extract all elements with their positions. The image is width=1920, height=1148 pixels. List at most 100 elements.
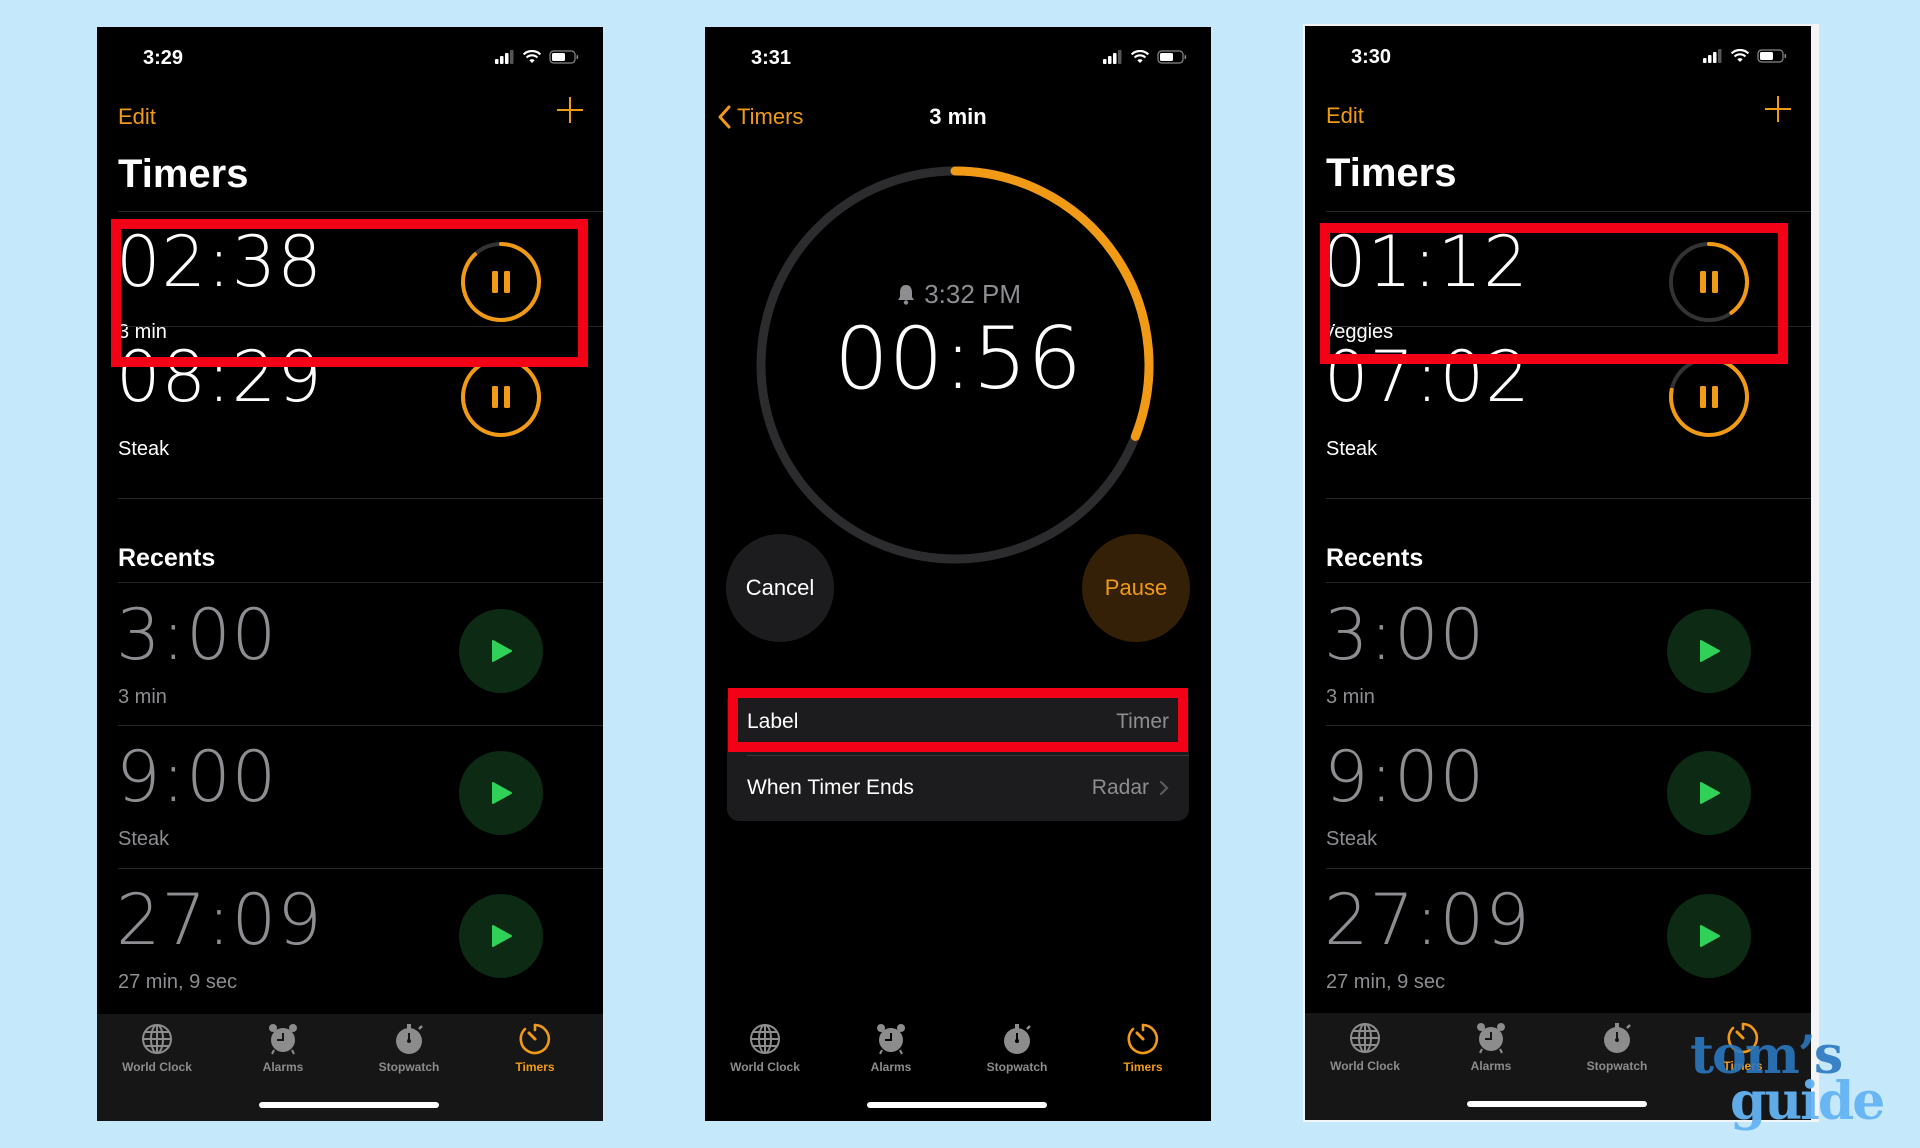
recent-duration: 9:00 <box>116 736 278 818</box>
end-time-text: 3:32 PM <box>924 279 1022 309</box>
tab-world-clock[interactable]: World Clock <box>1310 1021 1420 1073</box>
pause-icon-bar <box>504 386 510 408</box>
pause-button[interactable]: Pause <box>1082 534 1190 642</box>
status-time: 3:30 <box>1351 46 1392 68</box>
tab-timers[interactable]: Timers <box>480 1022 590 1074</box>
start-timer-button[interactable] <box>459 751 543 835</box>
tab-stopwatch[interactable]: Stopwatch <box>1562 1021 1672 1073</box>
when-timer-ends-row[interactable]: When Timer Ends Radar <box>727 755 1189 821</box>
tab-alarms[interactable]: Alarms <box>228 1022 338 1074</box>
recent-label: Steak <box>118 828 170 850</box>
phone-screen-timers-list-1: 3:29 Edit Timers 02:38 3 min 08:29 Steak… <box>97 27 603 1121</box>
start-timer-button[interactable] <box>1667 609 1751 693</box>
pause-icon-bar <box>1712 386 1718 408</box>
back-label: Timers <box>737 104 804 129</box>
add-timer-button[interactable] <box>1765 96 1791 122</box>
tab-timers[interactable]: Timers <box>1088 1022 1198 1074</box>
play-icon <box>492 782 512 804</box>
tab-label: World Clock <box>730 1060 800 1074</box>
divider <box>118 211 603 212</box>
pause-timer-button[interactable] <box>459 355 543 439</box>
start-timer-button[interactable] <box>459 894 543 978</box>
recent-timer-row[interactable]: 3:00 3 min <box>1305 590 1811 708</box>
status-icons <box>1703 46 1787 66</box>
timer-remaining: 02:38 <box>116 221 323 303</box>
tab-label: World Clock <box>122 1060 192 1074</box>
tab-stopwatch[interactable]: Stopwatch <box>962 1022 1072 1074</box>
recent-timer-row[interactable]: 27:09 27 min, 9 sec <box>1305 875 1811 993</box>
back-button[interactable]: Timers <box>717 104 803 130</box>
pause-icon-bar <box>1700 386 1706 408</box>
active-timer-row[interactable]: 07:02 Steak <box>1305 332 1811 460</box>
recent-label: 27 min, 9 sec <box>118 971 237 993</box>
wifi-icon <box>1130 50 1150 63</box>
tab-world-clock[interactable]: World Clock <box>102 1022 212 1074</box>
divider <box>1326 582 1811 583</box>
timer-remaining: 08:29 <box>116 336 323 418</box>
tab-alarms[interactable]: Alarms <box>1436 1021 1546 1073</box>
active-timer-row[interactable]: 02:38 3 min <box>97 217 603 343</box>
home-indicator[interactable] <box>867 1102 1047 1108</box>
globe-icon <box>1350 1023 1380 1053</box>
pause-icon-bar <box>504 271 510 293</box>
add-timer-button[interactable] <box>557 97 583 123</box>
tab-world-clock[interactable]: World Clock <box>710 1022 820 1074</box>
when-timer-ends-title: When Timer Ends <box>747 776 914 799</box>
start-timer-button[interactable] <box>1667 751 1751 835</box>
recents-heading: Recents <box>118 544 216 572</box>
pause-timer-button[interactable] <box>1667 355 1751 439</box>
status-icons <box>1103 47 1187 67</box>
label-row[interactable]: Label Timer <box>727 689 1189 755</box>
play-icon <box>492 640 512 662</box>
pause-timer-button[interactable] <box>459 240 543 324</box>
divider <box>1326 211 1811 212</box>
recent-timer-row[interactable]: 27:09 27 min, 9 sec <box>97 875 603 993</box>
alarm-clock-icon <box>1477 1023 1505 1054</box>
recent-timer-row[interactable]: 9:00 Steak <box>97 732 603 850</box>
divider <box>1326 498 1811 499</box>
tab-alarms[interactable]: Alarms <box>836 1022 946 1074</box>
divider <box>118 582 603 583</box>
globe-icon <box>142 1024 172 1054</box>
battery-icon <box>1757 49 1787 63</box>
recent-duration: 27:09 <box>116 879 323 961</box>
tab-bar: World Clock Alarms Stopwatch Timers <box>97 1014 603 1121</box>
globe-icon <box>750 1024 780 1054</box>
timer-remaining: 07:02 <box>1324 336 1531 418</box>
play-icon <box>1700 925 1720 947</box>
pause-icon-bar <box>1700 271 1706 293</box>
play-icon <box>1700 640 1720 662</box>
tab-stopwatch[interactable]: Stopwatch <box>354 1022 464 1074</box>
phone-screen-timers-list-2: 3:30 Edit Timers 01:12 Veggies 07:02 Ste… <box>1305 26 1811 1120</box>
start-timer-button[interactable] <box>459 609 543 693</box>
pause-timer-button[interactable] <box>1667 240 1751 324</box>
alarm-clock-icon <box>877 1024 905 1055</box>
chevron-left-icon <box>718 105 731 129</box>
label-row-title: Label <box>747 710 799 733</box>
cancel-button[interactable]: Cancel <box>726 534 834 642</box>
divider <box>1326 326 1811 327</box>
edit-button[interactable]: Edit <box>1326 103 1364 129</box>
timer-remaining: 01:12 <box>1322 221 1529 303</box>
timer-icon <box>519 1023 551 1055</box>
tab-label: World Clock <box>1330 1059 1400 1073</box>
active-timer-row[interactable]: 08:29 Steak <box>97 332 603 460</box>
label-input[interactable]: Timer <box>1116 710 1169 734</box>
bell-icon <box>897 285 914 305</box>
pause-icon-bar <box>1712 271 1718 293</box>
tab-label: Stopwatch <box>1586 1059 1648 1073</box>
divider <box>118 868 603 869</box>
recent-timer-row[interactable]: 3:00 3 min <box>97 590 603 708</box>
active-timer-row[interactable]: 01:12 Veggies <box>1305 217 1811 343</box>
divider <box>1326 725 1811 726</box>
start-timer-button[interactable] <box>1667 894 1751 978</box>
play-icon <box>1700 782 1720 804</box>
tab-label: Alarms <box>1470 1059 1512 1073</box>
edit-button[interactable]: Edit <box>118 104 156 130</box>
logo-line-2: guide <box>1730 1071 1885 1132</box>
tab-label: Stopwatch <box>986 1060 1048 1074</box>
recent-timer-row[interactable]: 9:00 Steak <box>1305 732 1811 850</box>
chevron-right-icon <box>1159 780 1169 796</box>
home-indicator[interactable] <box>1467 1101 1647 1107</box>
home-indicator[interactable] <box>259 1102 439 1108</box>
